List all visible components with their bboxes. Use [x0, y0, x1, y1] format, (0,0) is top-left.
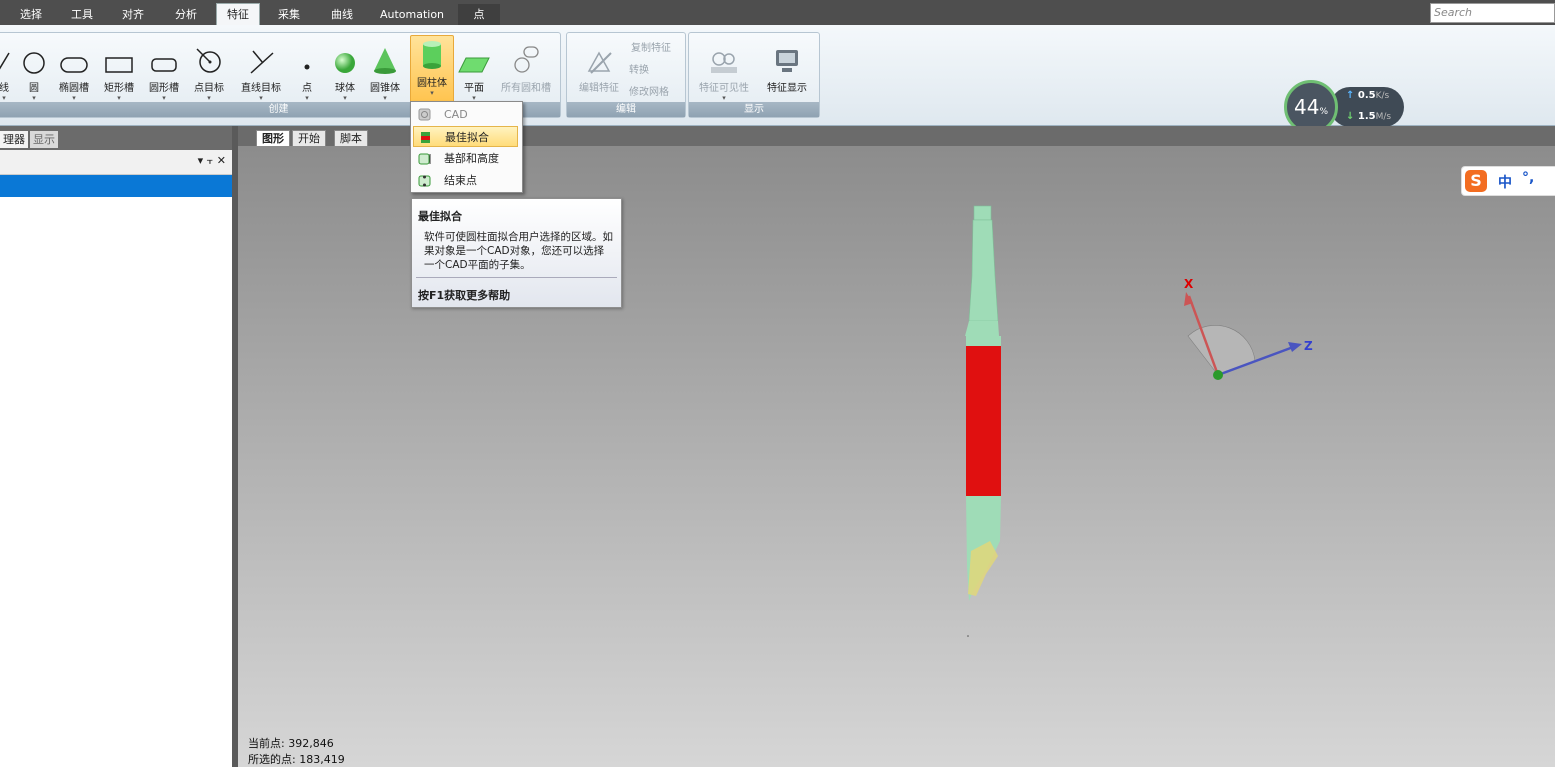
- cylinder-icon: [423, 41, 441, 69]
- tooltip-divider: [416, 277, 617, 278]
- current-points-status: 当前点: 392,846: [248, 737, 334, 750]
- edit-feature-icon: [587, 51, 612, 74]
- ime-punctuation[interactable]: °,: [1522, 170, 1534, 186]
- tab-script[interactable]: 脚本: [334, 130, 368, 147]
- sphere-icon: [335, 53, 355, 73]
- tab-manager[interactable]: 理器: [0, 131, 28, 148]
- plane-icon: [458, 57, 490, 73]
- ribbon-tab-bar: 选择 工具 对齐 分析 特征 采集 曲线 Automation 点 Search: [0, 0, 1555, 26]
- rect-slot-button[interactable]: 矩形槽 ▾: [100, 45, 138, 103]
- ime-toolbar[interactable]: S 中 °,: [1461, 166, 1555, 196]
- all-circles-slots-button[interactable]: 所有圆和槽: [497, 45, 555, 94]
- tab-point[interactable]: 点: [458, 4, 500, 25]
- z-axis-label: Z: [1304, 339, 1313, 353]
- group-edit: 编辑特征 复制特征 转换 修改网格 编辑: [566, 32, 686, 118]
- panel-header: ▾ ⫟ ✕: [0, 150, 232, 175]
- best-fit-tooltip: 最佳拟合 软件可使圆柱面拟合用户选择的区域。如果对象是一个CAD对象，您还可以选…: [411, 198, 622, 308]
- modify-mesh-button[interactable]: 修改网格: [629, 83, 669, 98]
- tab-graphics[interactable]: 图形: [256, 130, 290, 147]
- tab-features[interactable]: 特征: [216, 3, 260, 26]
- tab-display[interactable]: 显示: [30, 131, 58, 148]
- circles-slots-icon: [514, 46, 539, 73]
- rect-slot-icon: [105, 57, 133, 73]
- best-fit-icon: [421, 132, 430, 143]
- ribbon: 线 ▾ 圆 ▾ 椭圆槽 ▾ 矩形槽 ▾ 圆形槽 ▾ 点目标 ▾ 直线目标 ▾ 点…: [0, 25, 1555, 134]
- sogou-logo-icon: S: [1465, 170, 1487, 192]
- line-target-button[interactable]: 直线目标 ▾: [237, 45, 285, 103]
- selected-cylinder-region[interactable]: [966, 346, 1001, 496]
- tab-curves[interactable]: 曲线: [323, 4, 361, 25]
- tab-select[interactable]: 选择: [12, 4, 50, 25]
- cone-icon: [374, 48, 396, 74]
- cylinder-button[interactable]: 圆柱体 ▾: [410, 35, 454, 107]
- tooltip-body: 软件可使圆柱面拟合用户选择的区域。如果对象是一个CAD对象，您还可以选择一个CA…: [424, 231, 613, 271]
- tab-align[interactable]: 对齐: [114, 4, 152, 25]
- x-axis-label: X: [1184, 277, 1194, 291]
- selected-tree-item[interactable]: [0, 175, 232, 197]
- copy-feature-button[interactable]: 复制特征: [631, 39, 671, 54]
- cylinder-dropdown-menu: CAD 最佳拟合 基部和高度 结束点: [410, 101, 523, 193]
- point-target-icon: [196, 48, 221, 73]
- upload-speed: ↑ 0.5K/s: [1346, 90, 1390, 101]
- menu-item-best-fit[interactable]: 最佳拟合: [413, 126, 518, 147]
- tab-automation[interactable]: Automation: [378, 4, 446, 25]
- circle-button[interactable]: 圆 ▾: [19, 45, 49, 103]
- visibility-icon: [711, 52, 737, 73]
- group-display-label: 显示: [689, 102, 819, 117]
- feature-display-button[interactable]: 特征显示: [761, 45, 813, 94]
- tab-tools[interactable]: 工具: [63, 4, 101, 25]
- tooltip-help-hint: 按F1获取更多帮助: [418, 289, 511, 302]
- line-button[interactable]: 线 ▾: [0, 45, 11, 103]
- plane-button[interactable]: 平面 ▾: [457, 45, 491, 103]
- panel-controls[interactable]: ▾ ⫟ ✕: [198, 154, 226, 168]
- point-target-button[interactable]: 点目标 ▾: [190, 45, 228, 103]
- menu-item-end-points[interactable]: 结束点: [413, 170, 518, 191]
- tooltip-title: 最佳拟合: [418, 210, 462, 223]
- base-height-icon: [418, 153, 431, 165]
- round-slot-icon: [151, 58, 177, 72]
- point-icon: [304, 64, 310, 70]
- end-points-icon: [418, 175, 431, 187]
- transform-button[interactable]: 转换: [629, 61, 649, 76]
- tab-analysis[interactable]: 分析: [166, 4, 206, 25]
- round-slot-button[interactable]: 圆形槽 ▾: [145, 45, 183, 103]
- gauge-percent: 44: [1293, 95, 1320, 119]
- monitor-icon: [776, 50, 798, 72]
- axis-triad: [1184, 292, 1302, 380]
- cad-icon: [418, 108, 431, 121]
- group-edit-label: 编辑: [567, 102, 685, 117]
- feature-visibility-button[interactable]: 特征可见性 ▾: [695, 45, 753, 103]
- cone-button[interactable]: 圆锥体 ▾: [367, 45, 403, 103]
- menu-item-cad[interactable]: CAD: [413, 104, 518, 125]
- circle-icon: [23, 52, 45, 74]
- tab-acquire[interactable]: 采集: [270, 4, 308, 25]
- ellipse-slot-icon: [60, 57, 88, 73]
- point-button[interactable]: 点 ▾: [297, 45, 317, 103]
- group-display: 特征可见性 ▾ 特征显示 显示: [688, 32, 820, 118]
- menu-item-base-height[interactable]: 基部和高度: [413, 148, 518, 169]
- tab-start[interactable]: 开始: [292, 130, 326, 147]
- left-panel-tabs: 理器 显示: [0, 126, 236, 150]
- left-panel: ▾ ⫟ ✕: [0, 150, 233, 767]
- selected-points-status: 所选的点: 183,419: [248, 753, 345, 766]
- line-icon: [0, 52, 10, 70]
- ime-mode[interactable]: 中: [1498, 172, 1512, 192]
- gauge-unit: %: [1319, 107, 1328, 117]
- sphere-button[interactable]: 球体 ▾: [331, 45, 359, 103]
- search-input[interactable]: Search: [1430, 3, 1555, 23]
- edit-feature-button[interactable]: 编辑特征: [573, 45, 625, 94]
- mesh-model[interactable]: [965, 205, 1001, 637]
- elliptical-slot-button[interactable]: 椭圆槽 ▾: [55, 45, 93, 103]
- download-speed: ↓ 1.5M/s: [1346, 111, 1392, 122]
- line-target-icon: [250, 50, 274, 74]
